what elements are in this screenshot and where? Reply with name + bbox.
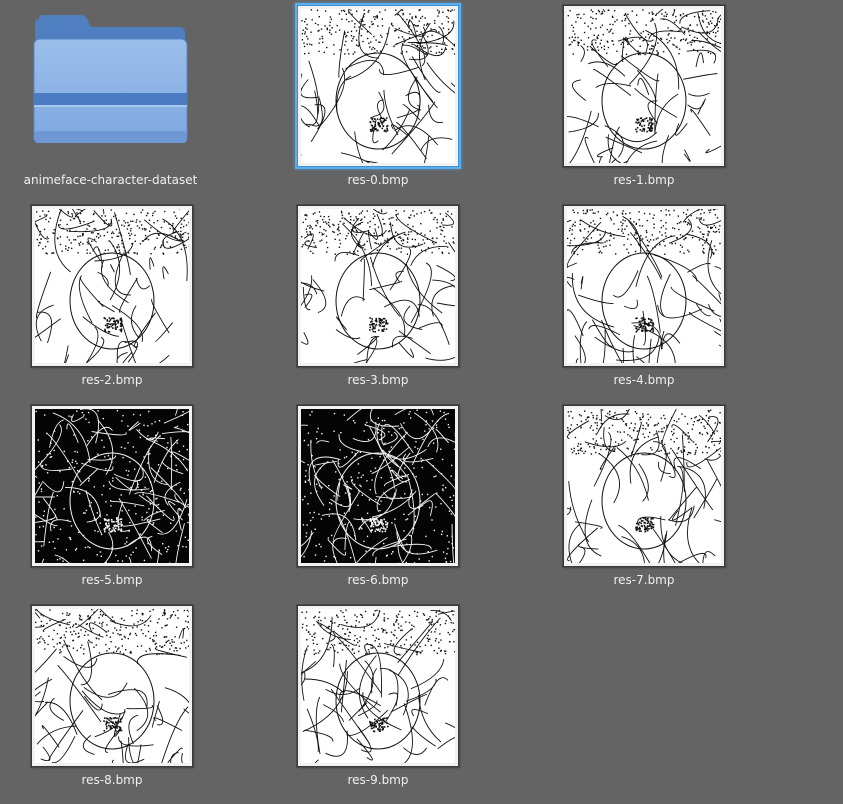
file-item-res-6[interactable]: res-6.bmp: [252, 400, 459, 590]
thumbnail-frame: [297, 605, 459, 767]
file-item-res-4[interactable]: res-4.bmp: [518, 200, 725, 390]
image-thumbnail: [301, 209, 455, 363]
image-thumbnail: [567, 9, 721, 163]
thumbnail[interactable]: [31, 205, 193, 367]
file-label[interactable]: res-1.bmp: [518, 173, 770, 187]
thumbnail[interactable]: [563, 205, 725, 367]
thumbnail-selected[interactable]: [297, 5, 459, 167]
thumbnail-frame: [563, 205, 725, 367]
thumbnail-frame: [31, 405, 193, 567]
file-label[interactable]: animeface-character-dataset: [0, 173, 221, 187]
image-thumbnail: [301, 409, 455, 563]
thumbnail[interactable]: [297, 205, 459, 367]
folder-icon: [33, 15, 188, 143]
thumbnail[interactable]: [297, 605, 459, 767]
thumbnail-frame: [563, 5, 725, 167]
image-thumbnail: [567, 209, 721, 363]
thumbnail[interactable]: [563, 5, 725, 167]
thumbnail-frame: [297, 205, 459, 367]
image-thumbnail: [35, 209, 189, 363]
thumbnail[interactable]: [563, 405, 725, 567]
thumbnail-frame: [31, 205, 193, 367]
image-thumbnail: [301, 609, 455, 763]
file-item-res-0[interactable]: res-0.bmp: [252, 0, 459, 190]
thumbnail-frame: [563, 405, 725, 567]
image-thumbnail: [35, 609, 189, 763]
image-thumbnail: [301, 9, 455, 163]
folder-item[interactable]: animeface-character-dataset: [0, 0, 200, 190]
file-label[interactable]: res-4.bmp: [518, 373, 770, 387]
file-label[interactable]: res-9.bmp: [252, 773, 504, 787]
file-label[interactable]: res-5.bmp: [0, 573, 238, 587]
file-item-res-1[interactable]: res-1.bmp: [518, 0, 725, 190]
thumbnail-frame: [31, 605, 193, 767]
file-icon-view: animeface-character-dataset res-0.bmp re…: [0, 0, 843, 804]
file-item-res-8[interactable]: res-8.bmp: [0, 600, 193, 790]
thumbnail-frame: [297, 5, 459, 167]
file-label[interactable]: res-0.bmp: [252, 173, 504, 187]
file-label[interactable]: res-3.bmp: [252, 373, 504, 387]
file-label[interactable]: res-6.bmp: [252, 573, 504, 587]
file-item-res-7[interactable]: res-7.bmp: [518, 400, 725, 590]
thumbnail[interactable]: [31, 605, 193, 767]
thumbnail-frame: [297, 405, 459, 567]
file-item-res-5[interactable]: res-5.bmp: [0, 400, 193, 590]
image-thumbnail: [567, 409, 721, 563]
file-label[interactable]: res-2.bmp: [0, 373, 238, 387]
file-item-res-9[interactable]: res-9.bmp: [252, 600, 459, 790]
file-item-res-3[interactable]: res-3.bmp: [252, 200, 459, 390]
image-thumbnail: [35, 409, 189, 563]
thumbnail[interactable]: [31, 405, 193, 567]
file-label[interactable]: res-7.bmp: [518, 573, 770, 587]
thumbnail[interactable]: [297, 405, 459, 567]
file-label[interactable]: res-8.bmp: [0, 773, 238, 787]
file-item-res-2[interactable]: res-2.bmp: [0, 200, 193, 390]
